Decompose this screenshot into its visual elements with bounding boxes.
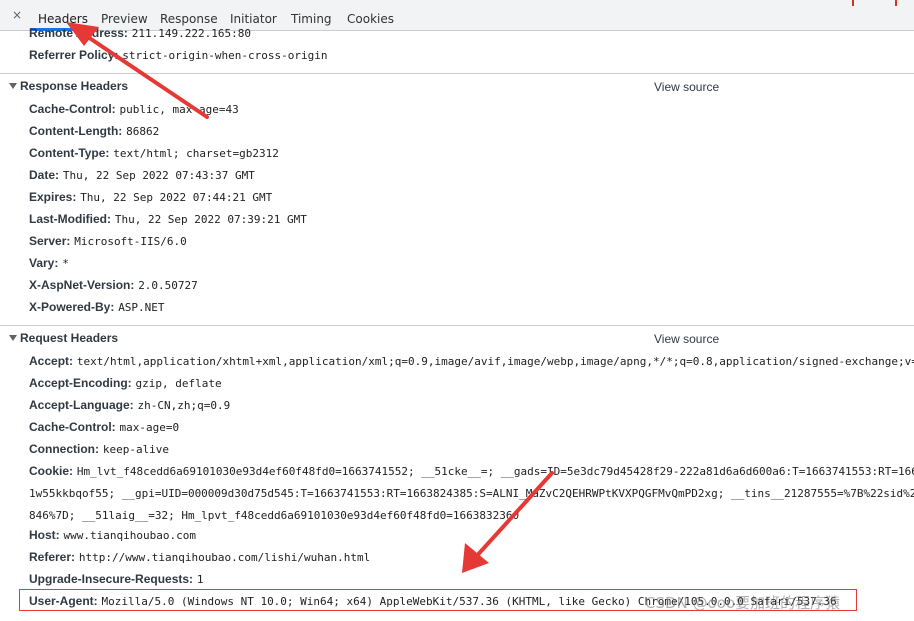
tab-initiator[interactable]: Initiator — [230, 12, 277, 26]
response-header-row: Server: Microsoft-IIS/6.0 — [29, 234, 187, 248]
header-name: Content-Type: — [29, 146, 110, 160]
request-header-row-continuation: 1w55kkbqof55; __gpi=UID=000009d30d75d545… — [29, 486, 914, 500]
header-name: Date: — [29, 168, 60, 182]
header-value: gzip, deflate — [135, 377, 222, 390]
request-header-row: Referer: http://www.tianqihoubao.com/lis… — [29, 550, 370, 564]
response-header-row: X-AspNet-Version: 2.0.50727 — [29, 278, 198, 292]
header-name: X-Powered-By: — [29, 300, 115, 314]
header-value: text/html; charset=gb2312 — [113, 147, 279, 160]
header-value: ASP.NET — [118, 301, 165, 314]
request-header-row: Cache-Control: max-age=0 — [29, 420, 179, 434]
header-value: http://www.tianqihoubao.com/lishi/wuhan.… — [78, 551, 371, 564]
response-header-row: Expires: Thu, 22 Sep 2022 07:44:21 GMT — [29, 190, 272, 204]
header-value: * — [62, 257, 69, 270]
header-name: Accept-Encoding: — [29, 376, 132, 390]
tab-timing[interactable]: Timing — [291, 12, 332, 26]
header-name: Upgrade-Insecure-Requests: — [29, 572, 194, 586]
tab-headers[interactable]: Headers — [38, 12, 88, 26]
header-value: 1 — [196, 573, 204, 586]
expand-triangle-icon[interactable] — [9, 83, 17, 89]
header-name: Accept-Language: — [29, 398, 134, 412]
tab-cookies[interactable]: Cookies — [347, 12, 394, 26]
watermark: CSDN @ooo要加班的程序猿 — [645, 594, 841, 612]
header-value: text/html,application/xhtml+xml,applicat… — [76, 355, 914, 368]
header-value: Hm_lvt_f48cedd6a69101030e93d4ef60f48fd0=… — [76, 465, 914, 478]
header-value: Thu, 22 Sep 2022 07:44:21 GMT — [80, 191, 273, 204]
request-header-row-continuation: 846%7D; __51laig__=32; Hm_lpvt_f48cedd6a… — [29, 508, 519, 522]
header-value: 86862 — [126, 125, 160, 138]
section-title[interactable]: Request Headers — [20, 331, 118, 345]
expand-triangle-icon[interactable] — [9, 335, 17, 341]
header-value: Thu, 22 Sep 2022 07:43:37 GMT — [62, 169, 255, 182]
close-icon[interactable]: × — [12, 8, 22, 22]
header-name: Last-Modified: — [29, 212, 111, 226]
header-name: Cookie: — [29, 464, 74, 478]
header-value: strict-origin-when-cross-origin — [122, 49, 328, 62]
request-header-row: Accept-Encoding: gzip, deflate — [29, 376, 222, 390]
header-name: Accept: — [29, 354, 74, 368]
request-header-row: Upgrade-Insecure-Requests: 1 — [29, 572, 204, 586]
request-header-row: Accept-Language: zh-CN,zh;q=0.9 — [29, 398, 230, 412]
header-value: public, max-age=43 — [119, 103, 239, 116]
header-value: max-age=0 — [119, 421, 180, 434]
header-value: Thu, 22 Sep 2022 07:39:21 GMT — [114, 213, 307, 226]
header-name: Expires: — [29, 190, 77, 204]
header-name: Cache-Control: — [29, 420, 116, 434]
general-row-remote-address: Remote Address: 211.149.222.165:80 — [29, 26, 251, 40]
response-header-row: Date: Thu, 22 Sep 2022 07:43:37 GMT — [29, 168, 255, 182]
response-header-row: X-Powered-By: ASP.NET — [29, 300, 165, 314]
response-headers-section[interactable]: Response Headers View source — [0, 73, 914, 97]
header-name: Referer: — [29, 550, 76, 564]
tab-preview[interactable]: Preview — [101, 12, 148, 26]
header-name: X-AspNet-Version: — [29, 278, 135, 292]
header-value: www.tianqihoubao.com — [63, 529, 196, 542]
section-title[interactable]: Response Headers — [20, 79, 128, 93]
response-header-row: Content-Type: text/html; charset=gb2312 — [29, 146, 279, 160]
view-source-link[interactable]: View source — [654, 332, 719, 346]
request-header-row: Cookie: Hm_lvt_f48cedd6a69101030e93d4ef6… — [29, 464, 914, 478]
request-header-row: Accept: text/html,application/xhtml+xml,… — [29, 354, 914, 368]
header-name: Referrer Policy: — [29, 48, 119, 62]
header-name: Cache-Control: — [29, 102, 116, 116]
header-value: 1w55kkbqof55; __gpi=UID=000009d30d75d545… — [29, 487, 914, 500]
arrowhead-icon — [462, 543, 489, 573]
request-header-row: Connection: keep-alive — [29, 442, 169, 456]
response-header-row: Content-Length: 86862 — [29, 124, 159, 138]
header-name: Content-Length: — [29, 124, 123, 138]
header-value: 2.0.50727 — [138, 279, 198, 292]
header-value: 211.149.222.165:80 — [131, 27, 251, 40]
window-edge-marker — [895, 0, 897, 6]
tab-response[interactable]: Response — [160, 12, 218, 26]
header-name: Host: — [29, 528, 60, 542]
view-source-link[interactable]: View source — [654, 80, 719, 94]
header-name: Vary: — [29, 256, 59, 270]
header-value: zh-CN,zh;q=0.9 — [137, 399, 231, 412]
window-edge-marker — [852, 0, 854, 6]
header-value: keep-alive — [102, 443, 170, 456]
header-name: Remote Address: — [29, 26, 128, 40]
header-value: Microsoft-IIS/6.0 — [74, 235, 187, 248]
request-headers-section[interactable]: Request Headers View source — [0, 325, 914, 349]
request-header-row: Host: www.tianqihoubao.com — [29, 528, 196, 542]
general-row-referrer-policy: Referrer Policy: strict-origin-when-cros… — [29, 48, 328, 62]
header-name: Connection: — [29, 442, 99, 456]
response-header-row: Last-Modified: Thu, 22 Sep 2022 07:39:21… — [29, 212, 307, 226]
response-header-row: Vary: * — [29, 256, 69, 270]
response-header-row: Cache-Control: public, max-age=43 — [29, 102, 239, 116]
header-value: 846%7D; __51laig__=32; Hm_lpvt_f48cedd6a… — [29, 509, 520, 522]
header-name: Server: — [29, 234, 71, 248]
